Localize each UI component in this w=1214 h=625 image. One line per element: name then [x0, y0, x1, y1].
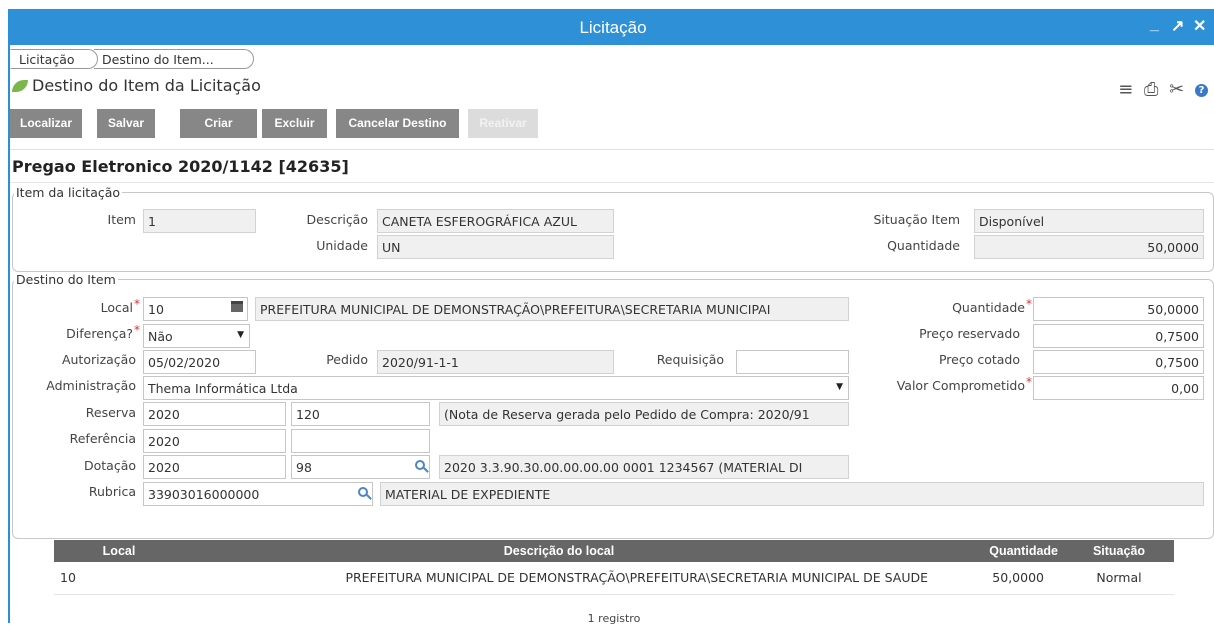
dotacao-label: Dotação	[83, 458, 136, 473]
destino-section-legend: Destino do Item	[16, 272, 116, 287]
administracao-select[interactable]: Thema Informática Ltda	[143, 376, 849, 400]
action-toolbar: Localizar Salvar Criar Excluir Cancelar …	[10, 107, 1214, 141]
excluir-button[interactable]: Excluir	[262, 109, 327, 138]
item-section-legend: Item da licitação	[16, 185, 121, 200]
licitacao-window: Licitação _ ↗ ✕ Destino do Item... Licit…	[8, 9, 1214, 625]
situacao-item-label: Situação Item	[873, 212, 961, 227]
divider	[10, 149, 1214, 150]
dotacao-numero-field[interactable]: 98	[291, 455, 430, 479]
divider	[10, 182, 1214, 183]
autorizacao-field[interactable]: 05/02/2020	[143, 350, 256, 374]
pedido-field: 2020/91-1-1	[377, 350, 614, 374]
criar-button[interactable]: Criar	[180, 109, 257, 138]
preco-reservado-label: Preço reservado	[919, 326, 1020, 341]
reserva-label: Reserva	[85, 405, 136, 420]
salvar-button[interactable]: Salvar	[97, 109, 155, 138]
close-icon[interactable]: ✕	[1193, 16, 1206, 36]
diferenca-label: Diferença?*	[66, 323, 140, 341]
column-header-local[interactable]: Local	[54, 540, 184, 562]
licitacao-heading: Pregao Eletronico 2020/1142 [42635]	[12, 157, 349, 176]
requisicao-label: Requisição	[656, 352, 724, 367]
diferenca-select[interactable]: Não	[143, 324, 250, 348]
unidade-field: UN	[377, 235, 614, 259]
valor-comprometido-field[interactable]: 0,00	[1033, 376, 1204, 400]
valor-comprometido-label: Valor Comprometido*	[896, 375, 1032, 393]
toolbar-icons: ≡ ⎙ ✂ ?	[1113, 79, 1208, 100]
descricao-label: Descrição	[306, 212, 369, 227]
help-icon[interactable]: ?	[1195, 84, 1208, 97]
referencia-label: Referência	[69, 431, 136, 446]
tools-icon[interactable]: ✂	[1169, 79, 1184, 100]
dotacao-description-field: 2020 3.3.90.30.00.00.00.00 0001 1234567 …	[439, 455, 849, 479]
descricao-field: CANETA ESFEROGRÁFICA AZUL	[377, 209, 614, 233]
referencia-ano-field[interactable]: 2020	[143, 429, 286, 453]
cell-quantidade: 50,0000	[934, 562, 1064, 595]
quantidade-label: Quantidade*	[952, 297, 1032, 315]
preco-cotado-field[interactable]: 0,7500	[1033, 350, 1204, 374]
cell-descricao: PREFEITURA MUNICIPAL DE DEMONSTRAÇÃO\PRE…	[184, 562, 934, 595]
search-icon[interactable]	[358, 487, 368, 497]
quantidade-field[interactable]: 50,0000	[1033, 297, 1204, 321]
quantidade-item-field: 50,0000	[974, 235, 1204, 259]
column-header-situacao[interactable]: Situação	[1064, 540, 1174, 562]
rubrica-description-field: MATERIAL DE EXPEDIENTE	[380, 482, 1204, 506]
calendar-icon[interactable]	[231, 301, 243, 312]
item-label: Item	[107, 212, 136, 227]
leaf-icon	[12, 80, 28, 92]
breadcrumb: Destino do Item... Licitação	[10, 47, 1214, 69]
preco-cotado-label: Preço cotado	[938, 352, 1020, 367]
search-icon[interactable]	[415, 460, 425, 470]
local-description-field: PREFEITURA MUNICIPAL DE DEMONSTRAÇÃO\PRE…	[255, 297, 849, 321]
window-titlebar: Licitação _ ↗ ✕	[10, 9, 1214, 45]
item-field: 1	[143, 209, 256, 233]
rubrica-field[interactable]: 33903016000000	[143, 482, 373, 506]
reativar-button[interactable]: Reativar	[468, 109, 538, 138]
print-icon[interactable]: ⎙	[1144, 79, 1158, 100]
preco-reservado-field[interactable]: 0,7500	[1033, 324, 1204, 348]
column-header-quantidade[interactable]: Quantidade	[934, 540, 1064, 562]
autorizacao-label: Autorização	[61, 352, 136, 367]
screen-title-text: Destino do Item da Licitação	[32, 76, 261, 95]
quantidade-item-label: Quantidade	[887, 238, 960, 253]
cell-local: 10	[54, 562, 184, 595]
reserva-description-field: (Nota de Reserva gerada pelo Pedido de C…	[439, 402, 849, 426]
localizar-button[interactable]: Localizar	[10, 109, 82, 138]
column-header-descricao[interactable]: Descrição do local	[184, 540, 934, 562]
dotacao-ano-field[interactable]: 2020	[143, 455, 286, 479]
pedido-label: Pedido	[326, 352, 368, 367]
table-row[interactable]: 10 PREFEITURA MUNICIPAL DE DEMONSTRAÇÃO\…	[54, 562, 1174, 595]
reserva-numero-field[interactable]: 120	[291, 402, 430, 426]
window-title: Licitação	[579, 18, 647, 37]
screen-title: Destino do Item da Licitação	[12, 76, 261, 95]
administracao-label: Administração	[46, 378, 136, 393]
local-code-field[interactable]: 10	[143, 297, 248, 321]
breadcrumb-destino[interactable]: Destino do Item...	[94, 49, 254, 69]
reserva-ano-field[interactable]: 2020	[143, 402, 286, 426]
referencia-numero-field[interactable]	[291, 429, 430, 453]
menu-icon[interactable]: ≡	[1118, 79, 1133, 100]
table-header-row: Local Descrição do local Quantidade Situ…	[54, 540, 1174, 562]
breadcrumb-licitacao[interactable]: Licitação	[10, 49, 98, 69]
cancelar-destino-button[interactable]: Cancelar Destino	[336, 109, 459, 138]
rubrica-label: Rubrica	[88, 484, 136, 499]
destinos-table: Local Descrição do local Quantidade Situ…	[54, 540, 1174, 595]
requisicao-field[interactable]	[736, 350, 849, 374]
local-label: Local*	[100, 297, 140, 315]
maximize-icon[interactable]: ↗	[1171, 16, 1184, 36]
situacao-item-field: Disponível	[974, 209, 1204, 233]
record-count: 1 registro	[587, 612, 641, 625]
minimize-icon[interactable]: _	[1150, 16, 1159, 34]
cell-situacao: Normal	[1064, 562, 1174, 595]
unidade-label: Unidade	[316, 238, 368, 253]
